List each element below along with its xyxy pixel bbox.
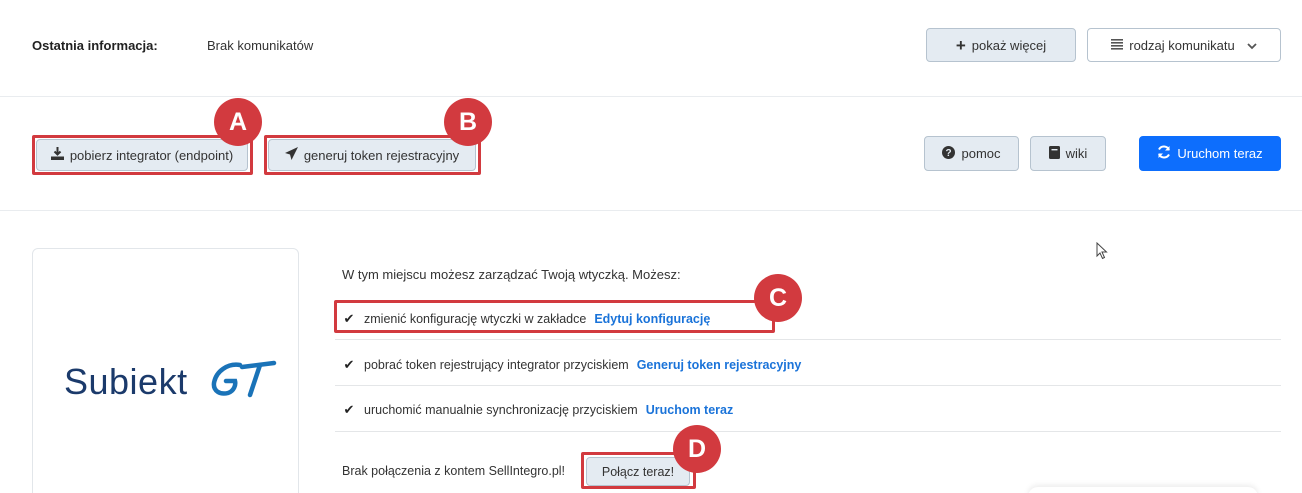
logo-gt-mark <box>208 357 278 406</box>
list-item: ✔ uruchomić manualnie synchronizację prz… <box>342 402 1280 418</box>
question-circle-icon: ? <box>942 145 956 162</box>
annotation-badge-d: D <box>673 425 721 473</box>
wiki-button[interactable]: wiki <box>1030 136 1106 171</box>
highlight-a <box>32 135 253 175</box>
wiki-label: wiki <box>1065 146 1088 161</box>
toolbar-divider <box>0 210 1302 211</box>
check-icon: ✔ <box>343 357 355 372</box>
message-type-dropdown[interactable]: rodzaj komunikatu <box>1087 28 1281 62</box>
intro-text: W tym miejscu możesz zarządzać Twoją wty… <box>342 267 681 282</box>
show-more-button[interactable]: + pokaż więcej <box>926 28 1076 62</box>
mouse-cursor-icon <box>1096 241 1108 265</box>
last-info-value: Brak komunikatów <box>207 38 314 53</box>
logo-text: Subiekt <box>64 361 188 402</box>
help-button[interactable]: ? pomoc <box>924 136 1019 171</box>
plus-icon: + <box>955 35 966 55</box>
list-item-text: uruchomić manualnie synchronizację przyc… <box>364 403 638 417</box>
show-more-label: pokaż więcej <box>971 37 1047 53</box>
annotation-badge-a: A <box>214 98 262 146</box>
highlight-c <box>334 300 775 333</box>
list-icon <box>1111 38 1124 53</box>
list-item-text: pobrać token rejestrujący integrator prz… <box>364 358 629 372</box>
generate-token-link[interactable]: Generuj token rejestracyjny <box>637 358 802 372</box>
last-info-label: Ostatnia informacja: <box>32 38 158 53</box>
refresh-icon <box>1157 145 1171 162</box>
book-icon <box>1048 145 1060 162</box>
message-type-label: rodzaj komunikatu <box>1129 37 1235 53</box>
row-divider <box>335 431 1281 432</box>
highlight-b <box>264 135 481 175</box>
help-label: pomoc <box>961 146 1001 161</box>
connection-status-text: Brak połączenia z kontem SellIntegro.pl! <box>342 464 566 478</box>
check-icon: ✔ <box>343 402 355 417</box>
svg-text:?: ? <box>946 148 952 159</box>
run-now-button[interactable]: Uruchom teraz <box>1139 136 1281 171</box>
annotation-badge-b: B <box>444 98 492 146</box>
plugin-logo-card: Subiekt <box>32 248 299 493</box>
annotation-badge-c: C <box>754 274 802 322</box>
row-divider <box>335 385 1281 386</box>
row-divider <box>335 339 1281 340</box>
chevron-down-icon <box>1247 38 1257 53</box>
floating-panel-edge <box>1028 487 1258 493</box>
list-item: ✔ pobrać token rejestrujący integrator p… <box>342 357 1280 373</box>
top-divider <box>0 96 1302 97</box>
run-now-link[interactable]: Uruchom teraz <box>646 403 734 417</box>
run-now-label: Uruchom teraz <box>1177 146 1263 161</box>
